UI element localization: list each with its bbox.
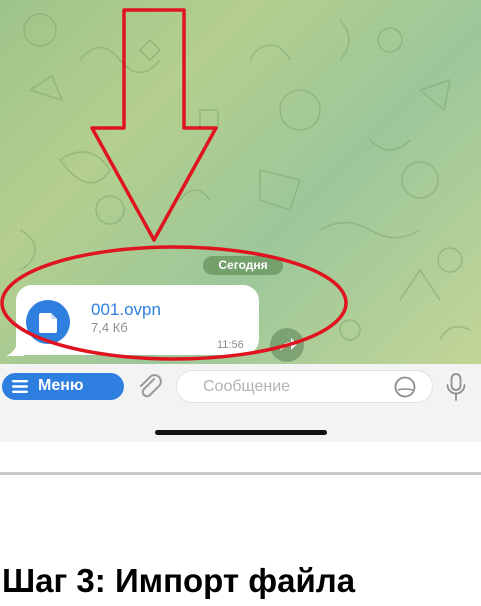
file-name[interactable]: 001.ovpn [91,300,161,320]
file-size: 7,4 Кб [91,320,128,335]
date-badge: Сегодня [203,256,283,275]
chat-area: Сегодня 001.ovpn 7,4 Кб 11:56 [0,0,481,372]
step-title: Шаг 3: Импорт файла [2,562,356,599]
menu-button[interactable]: Меню [2,373,124,400]
sticker-icon[interactable] [394,376,416,398]
menu-button-label: Меню [38,377,84,394]
microphone-icon[interactable] [445,372,467,402]
section-divider [0,472,481,475]
share-arrow-icon [280,338,297,351]
paperclip-icon[interactable] [136,372,164,402]
home-indicator [155,430,327,435]
document-icon[interactable] [26,300,70,344]
message-time: 11:56 [217,339,244,351]
tutorial-page: Сегодня 001.ovpn 7,4 Кб 11:56 Меню Сообщ… [0,0,481,606]
document-glyph-icon [39,313,57,333]
share-button[interactable] [270,328,304,362]
menu-lines-icon [12,380,28,393]
